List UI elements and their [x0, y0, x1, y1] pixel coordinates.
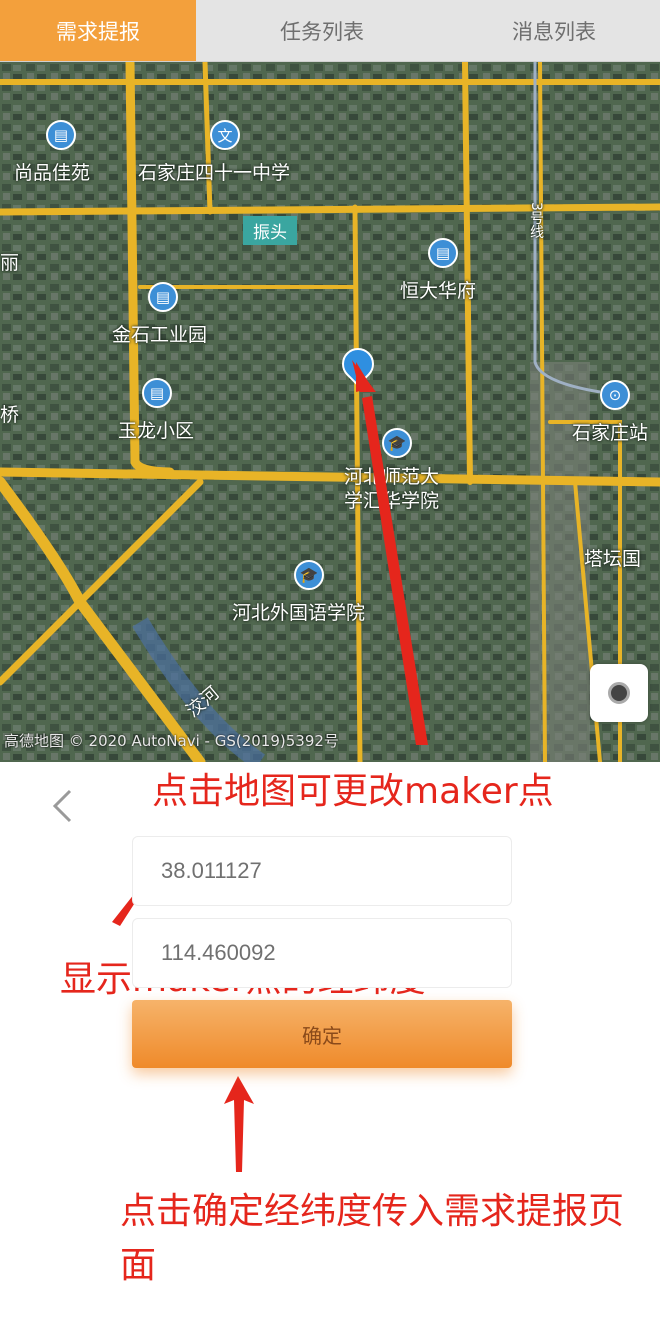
- map-view[interactable]: ▤ 尚品佳苑 文 石家庄四十一中学 振头 ▤ 恒大华府 ▤ 金石工业园 ▤ 玉龙…: [0, 62, 660, 762]
- poi-sjz-station[interactable]: ⊙ 石家庄站: [572, 380, 649, 445]
- tab-message-list[interactable]: 消息列表: [448, 0, 660, 61]
- chevron-left-icon: [52, 789, 72, 823]
- annotation-map-tip: 点击地图可更改maker点: [152, 771, 554, 812]
- poi-label: 河北师范大: [344, 466, 440, 488]
- metro-line-label: 3号线: [528, 202, 544, 239]
- poi-label: 学汇华学院: [344, 490, 440, 512]
- annotation-confirm-tip: 点击确定经纬度传入需求提报页面: [120, 1191, 625, 1286]
- poi-label: 恒大华府: [400, 280, 477, 302]
- poi-shangpin[interactable]: ▤ 尚品佳苑: [14, 120, 91, 185]
- poi-label: 尚品佳苑: [14, 162, 91, 184]
- tab-demand-report[interactable]: 需求提报: [0, 0, 196, 61]
- map-copyright: 高德地图 © 2020 AutoNavi - GS(2019)5392号: [4, 732, 339, 750]
- poi-label: 石家庄四十一中学: [138, 162, 291, 184]
- poi-label: 河北外国语学院: [232, 602, 366, 624]
- poi-yulong[interactable]: ▤ 玉龙小区: [118, 378, 195, 443]
- tab-bar: 需求提报 任务列表 消息列表: [0, 0, 660, 62]
- satellite-map-background: [0, 62, 660, 762]
- school-icon: 🎓: [294, 560, 324, 590]
- confirm-button[interactable]: 确定: [132, 1000, 512, 1068]
- building-icon: ▤: [46, 120, 76, 150]
- back-button[interactable]: [44, 786, 80, 826]
- poi-label: 玉龙小区: [118, 420, 195, 442]
- building-icon: ▤: [428, 238, 458, 268]
- area-label-zhentou: 振头: [243, 216, 297, 245]
- poi-label-tacheng: 塔坛国: [584, 548, 642, 570]
- poi-label-partial: 桥: [0, 404, 20, 426]
- poi-label: 石家庄站: [572, 422, 649, 444]
- building-icon: ▤: [148, 282, 178, 312]
- poi-label-partial: 丽: [0, 252, 20, 274]
- school-icon: 文: [210, 120, 240, 150]
- train-station-icon: ⊙: [600, 380, 630, 410]
- poi-jinshi[interactable]: ▤ 金石工业园: [112, 282, 208, 347]
- longitude-field[interactable]: 114.460092: [132, 918, 512, 988]
- poi-school-41[interactable]: 文 石家庄四十一中学: [138, 120, 291, 185]
- school-icon: 🎓: [382, 428, 412, 458]
- locate-icon: [608, 682, 630, 704]
- latitude-field[interactable]: 38.011127: [132, 836, 512, 906]
- poi-hengda[interactable]: ▤ 恒大华府: [400, 238, 477, 303]
- tab-task-list[interactable]: 任务列表: [196, 0, 448, 61]
- building-icon: ▤: [142, 378, 172, 408]
- poi-label: 金石工业园: [112, 324, 208, 346]
- poi-waiyu[interactable]: 🎓 河北外国语学院: [232, 560, 366, 625]
- locate-button[interactable]: [590, 664, 648, 722]
